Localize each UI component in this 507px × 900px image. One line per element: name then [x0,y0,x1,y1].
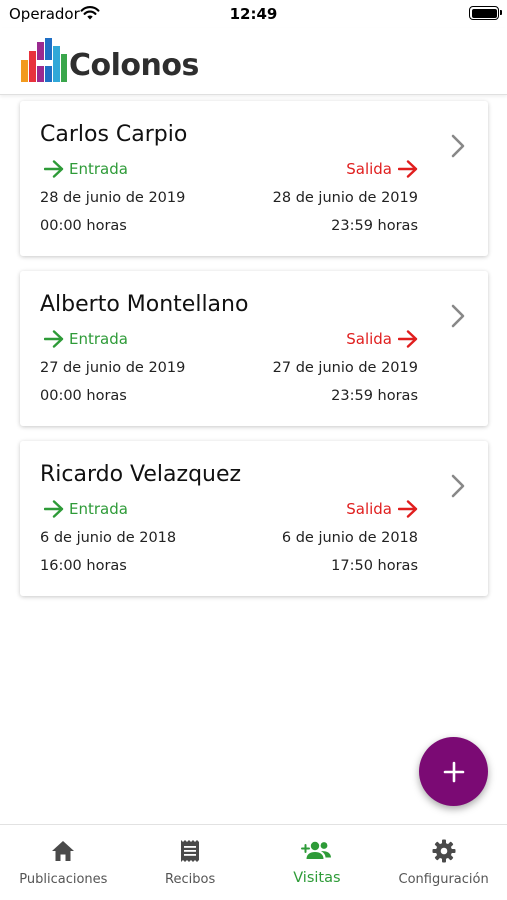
entry-label-text: Entrada [69,160,128,178]
clock: 12:49 [229,5,278,23]
exit-label-text: Salida [346,500,392,518]
exit-label-text: Salida [346,160,392,178]
entry-time: 16:00 horas [40,558,127,574]
tab-label: Publicaciones [19,872,108,887]
arrow-right-icon [398,500,418,518]
app-header: Colonos [0,28,507,95]
entry-label: Entrada [44,160,128,178]
visitor-name: Ricardo Velazquez [40,462,242,487]
exit-label-text: Salida [346,330,392,348]
tab-label: Recibos [165,872,216,887]
entry-label: Entrada [44,500,128,518]
entry-label-text: Entrada [69,330,128,348]
tab-recibos[interactable]: Recibos [127,825,254,900]
exit-label: Salida [346,500,418,518]
home-icon [52,841,75,861]
exit-date: 27 de junio de 2019 [272,360,418,376]
brand-name: Colonos [69,48,199,83]
add-visit-button[interactable] [419,737,488,806]
receipt-icon [181,840,200,862]
chevron-right-icon [451,134,465,158]
entry-label: Entrada [44,330,128,348]
entry-time: 00:00 horas [40,388,127,404]
colonos-logo [21,38,67,82]
entry-date: 27 de junio de 2019 [40,360,186,376]
exit-time: 17:50 horas [331,558,418,574]
visit-card[interactable]: Carlos Carpio Entrada Salida 28 de junio… [20,101,488,256]
tab-visitas[interactable]: Visitas [254,825,381,900]
visitor-name: Carlos Carpio [40,122,188,147]
tab-publicaciones[interactable]: Publicaciones [0,825,127,900]
arrow-right-icon [398,330,418,348]
entry-label-text: Entrada [69,500,128,518]
arrow-right-icon [44,330,64,348]
people-add-icon [300,841,331,859]
tab-label: Configuración [398,872,489,887]
tab-label: Visitas [293,870,341,886]
plus-icon [443,761,464,782]
battery-icon [469,6,502,20]
exit-time: 23:59 horas [331,218,418,234]
exit-date: 28 de junio de 2019 [272,190,418,206]
exit-label: Salida [346,330,418,348]
exit-label: Salida [346,160,418,178]
visit-list: Carlos Carpio Entrada Salida 28 de junio… [20,101,488,611]
visit-card[interactable]: Ricardo Velazquez Entrada Salida 6 de ju… [20,441,488,596]
bottom-tab-bar: Publicaciones Recibos Visitas Configurac… [0,824,507,900]
exit-time: 23:59 horas [331,388,418,404]
chevron-right-icon [451,474,465,498]
entry-time: 00:00 horas [40,218,127,234]
visit-card[interactable]: Alberto Montellano Entrada Salida 27 de … [20,271,488,426]
tab-configuracion[interactable]: Configuración [380,825,507,900]
visitor-name: Alberto Montellano [40,292,249,317]
arrow-right-icon [44,500,64,518]
arrow-right-icon [398,160,418,178]
chevron-right-icon [451,304,465,328]
gear-icon [432,839,456,863]
arrow-right-icon [44,160,64,178]
entry-date: 28 de junio de 2019 [40,190,186,206]
status-bar: Operador 12:49 [0,0,507,28]
entry-date: 6 de junio de 2018 [40,530,177,546]
exit-date: 6 de junio de 2018 [281,530,418,546]
